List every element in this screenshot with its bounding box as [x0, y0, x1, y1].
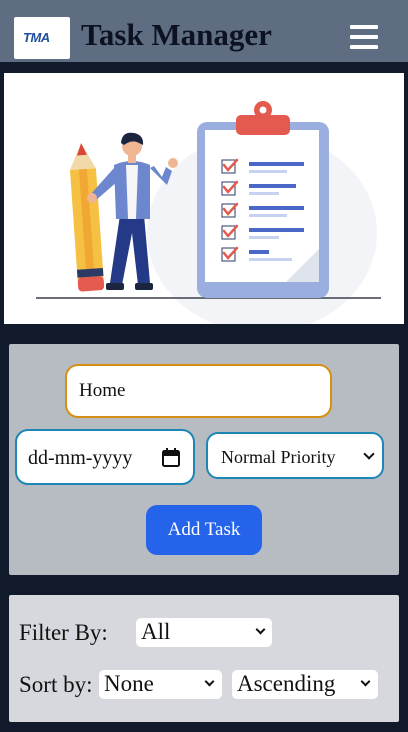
chevron-down-icon [360, 676, 371, 687]
filter-selected-value: All [141, 619, 171, 644]
chevron-down-icon [363, 448, 375, 460]
due-date-input[interactable]: dd-mm-yyyy [15, 429, 195, 485]
filter-label: Filter By: [19, 620, 108, 645]
menu-bar [350, 25, 378, 29]
logo-text: TMA [23, 30, 50, 45]
priority-select[interactable]: Normal Priority [206, 432, 384, 479]
add-task-form: dd-mm-yyyy Normal Priority Add Task [9, 344, 399, 575]
hero-illustration [4, 73, 404, 324]
chevron-down-icon [204, 676, 215, 687]
sort-label: Sort by: [19, 672, 93, 697]
chevron-down-icon [255, 624, 266, 635]
sort-order-select[interactable]: Ascending [232, 670, 378, 699]
calendar-icon[interactable] [162, 448, 180, 467]
page-title: Task Manager [81, 17, 272, 52]
sort-by-select[interactable]: None [99, 670, 222, 699]
menu-bar [350, 35, 378, 39]
task-name-input[interactable] [65, 364, 332, 418]
menu-bar [350, 45, 378, 49]
hamburger-menu-icon[interactable] [350, 25, 378, 49]
sort-selected-value: None [104, 671, 154, 696]
filter-sort-panel: Filter By: All Sort by: None Ascending [9, 595, 399, 722]
date-placeholder: dd-mm-yyyy [28, 447, 133, 469]
app-header: TMA Task Manager [0, 0, 408, 62]
task-checklist-illustration [36, 101, 381, 324]
add-task-button[interactable]: Add Task [146, 505, 262, 555]
app-logo: TMA [14, 17, 70, 59]
order-selected-value: Ascending [237, 671, 336, 696]
filter-select[interactable]: All [136, 618, 272, 647]
priority-selected-value: Normal Priority [221, 447, 336, 467]
